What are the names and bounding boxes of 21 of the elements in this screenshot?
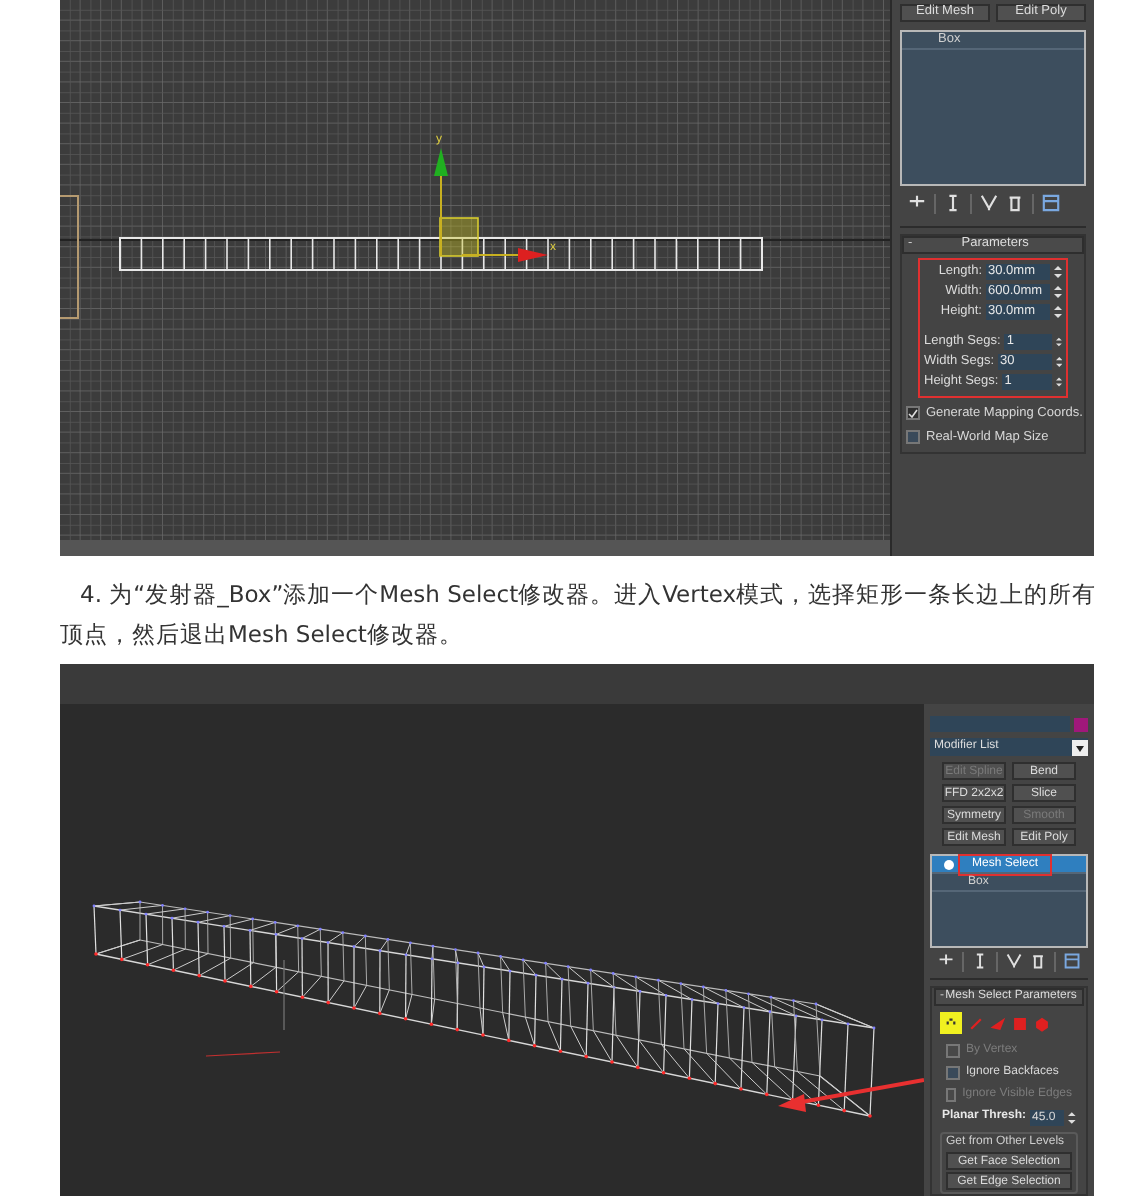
dropdown-caret-icon[interactable] [1072, 739, 1088, 755]
configure-icon[interactable] [1063, 952, 1080, 971]
instruction-paragraph: 4. 为“发射器_Box”添加一个Mesh Select修改器。进入Vertex模式，选择矩形一条长边上的所有顶点，然后退出Mesh Select修改器。 [60, 578, 1099, 652]
configure-icon[interactable] [1042, 194, 1060, 212]
move-gizmo-drawing [434, 148, 548, 262]
spinner-arrows-icon[interactable] [1054, 304, 1062, 320]
trash-icon[interactable] [1006, 194, 1024, 212]
checkbox[interactable] [906, 406, 920, 420]
checkbox[interactable] [946, 1065, 960, 1079]
vertex-level-icon[interactable] [940, 1012, 962, 1034]
axis-tripod-drawing [205, 959, 285, 1057]
spinner-arrows-icon[interactable] [1055, 374, 1062, 390]
spinner-arrows-icon[interactable] [1068, 1109, 1076, 1125]
trash-icon[interactable] [1029, 952, 1047, 971]
spinner-arrows-icon[interactable] [1056, 334, 1062, 350]
spinner-arrows-icon[interactable] [1054, 284, 1062, 300]
spinner-arrows-icon[interactable] [1054, 264, 1062, 280]
bulb-icon [944, 859, 954, 869]
object-color-swatch[interactable] [1074, 717, 1088, 731]
spinner-arrows-icon[interactable] [1055, 354, 1062, 370]
checkbox[interactable] [906, 430, 920, 444]
